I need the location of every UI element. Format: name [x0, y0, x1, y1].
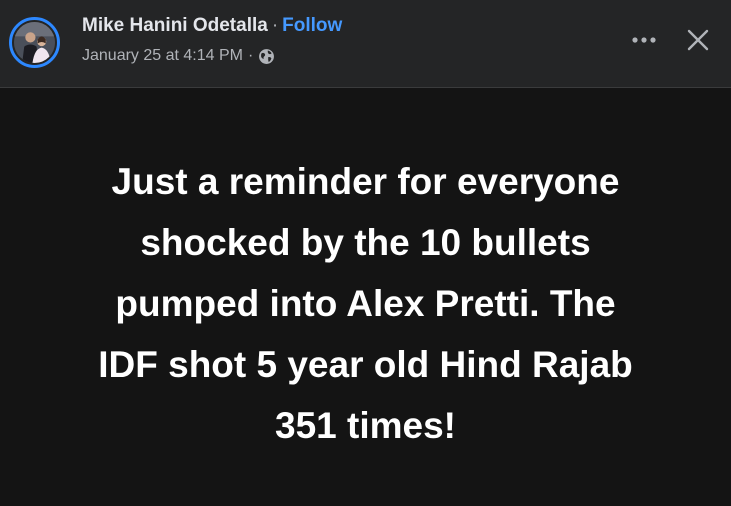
name-separator: ·: [271, 15, 279, 36]
globe-icon[interactable]: [258, 48, 275, 65]
post-content: Just a reminder for everyone shocked by …: [0, 88, 731, 506]
avatar-photo-icon: [14, 22, 55, 63]
post-meta: January 25 at 4:14 PM ·: [82, 45, 275, 67]
meta-separator: ·: [247, 47, 254, 64]
more-options-icon: [632, 37, 656, 43]
close-icon: [687, 29, 709, 51]
follow-button[interactable]: Follow: [282, 15, 342, 36]
post-timestamp[interactable]: January 25 at 4:14 PM: [82, 45, 243, 67]
author-avatar-image: [14, 22, 55, 63]
post-text: Just a reminder for everyone shocked by …: [98, 160, 633, 446]
author-name-link[interactable]: Mike Hanini Odetalla: [82, 15, 268, 36]
more-options-button[interactable]: [624, 22, 664, 58]
author-avatar[interactable]: [9, 17, 60, 68]
post-header: Mike Hanini Odetalla · Follow January 25 a…: [0, 0, 731, 88]
author-line: Mike Hanini Odetalla · Follow: [82, 13, 342, 39]
close-button[interactable]: [678, 20, 718, 60]
